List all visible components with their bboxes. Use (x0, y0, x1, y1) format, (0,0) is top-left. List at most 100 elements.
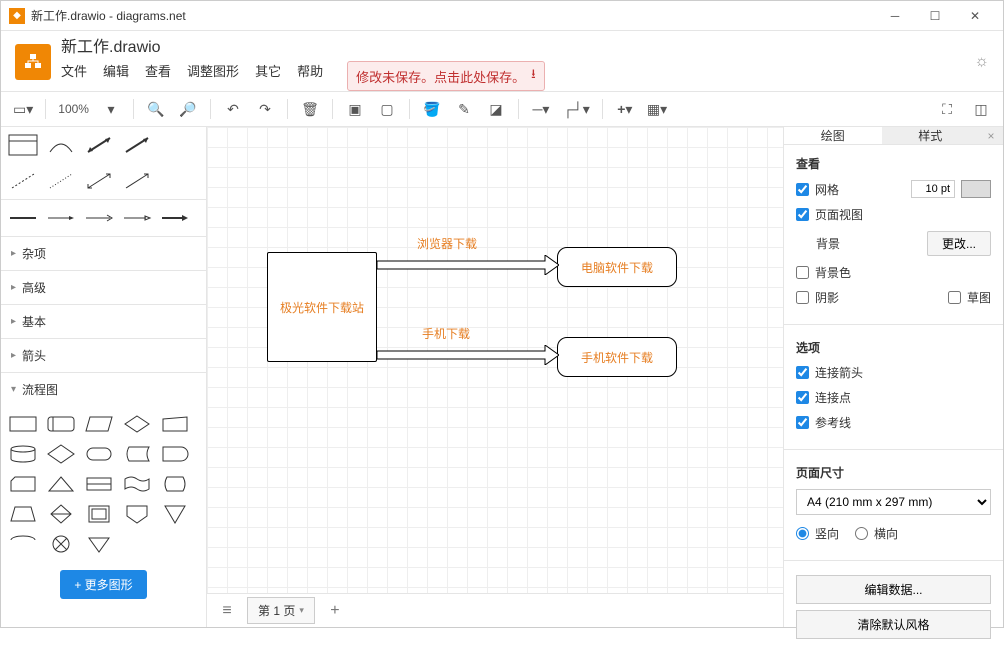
category-flowchart[interactable]: ▾流程图 (1, 372, 206, 406)
fc-offpage[interactable] (119, 500, 155, 528)
category-advanced[interactable]: ▸高级 (1, 270, 206, 304)
node-main[interactable]: 极光软件下载站 (267, 252, 377, 362)
format-panel-toggle-icon[interactable]: ◫ (967, 95, 995, 123)
close-panel-icon[interactable]: × (979, 127, 1003, 144)
fc-decision[interactable] (119, 410, 155, 438)
fc-card[interactable] (5, 470, 41, 498)
fc-or[interactable] (81, 530, 117, 558)
change-background-button[interactable]: 更改... (927, 231, 991, 256)
fc-process[interactable] (5, 410, 41, 438)
node-desktop[interactable]: 电脑软件下载 (557, 247, 677, 287)
shape-dashed[interactable] (5, 167, 41, 195)
fc-display[interactable] (157, 470, 193, 498)
save-warning[interactable]: 修改未保存。点击此处保存。 ⭳ (347, 61, 545, 91)
shadow-checkbox[interactable] (796, 291, 809, 304)
fc-database[interactable] (5, 440, 41, 468)
to-back-icon[interactable]: ▢ (373, 95, 401, 123)
arrow-to-mobile[interactable] (377, 345, 559, 365)
more-shapes-button[interactable]: + 更多图形 (60, 570, 146, 599)
pages-menu-icon[interactable]: ≡ (215, 599, 239, 623)
zoom-level[interactable]: 100% (54, 102, 93, 116)
edge-label-phone[interactable]: 手机下载 (422, 325, 470, 342)
fc-connector[interactable] (157, 500, 193, 528)
category-basic[interactable]: ▸基本 (1, 304, 206, 338)
connection-icon[interactable]: ─▾ (527, 95, 555, 123)
line-color-icon[interactable]: ✎ (450, 95, 478, 123)
fc-disc[interactable] (5, 530, 41, 558)
add-page-button[interactable]: + (323, 599, 347, 623)
minimize-button[interactable]: ─ (875, 1, 915, 31)
fc-triangle[interactable] (43, 470, 79, 498)
sidebar-toggle-button[interactable]: ▭▾ (9, 95, 37, 123)
edge-label-browser[interactable]: 浏览器下载 (417, 235, 477, 252)
shape-thin-arrow[interactable] (119, 167, 155, 195)
shape-link-open[interactable] (119, 204, 155, 232)
grid-color-box[interactable] (961, 180, 991, 198)
shape-link[interactable] (5, 204, 41, 232)
close-button[interactable]: ✕ (955, 1, 995, 31)
undo-icon[interactable]: ↶ (219, 95, 247, 123)
conn-points-checkbox[interactable] (796, 391, 809, 404)
to-front-icon[interactable]: ▣ (341, 95, 369, 123)
menu-view[interactable]: 查看 (145, 61, 171, 91)
fc-stored[interactable] (119, 440, 155, 468)
table-icon[interactable]: ▦▾ (643, 95, 671, 123)
menu-help[interactable]: 帮助 (297, 61, 323, 91)
draft-checkbox[interactable] (948, 291, 961, 304)
tab-diagram[interactable]: 绘图 (784, 127, 882, 144)
menu-other[interactable]: 其它 (255, 61, 281, 91)
zoom-in-icon[interactable]: 🔍 (142, 95, 170, 123)
fc-junction[interactable] (43, 530, 79, 558)
shape-dotted[interactable] (43, 167, 79, 195)
shape-link-arrow[interactable] (43, 204, 79, 232)
tab-style[interactable]: 样式 (882, 127, 980, 144)
fc-predef[interactable] (81, 470, 117, 498)
portrait-radio[interactable] (796, 527, 809, 540)
edit-data-button[interactable]: 编辑数据... (796, 575, 991, 604)
menu-adjust[interactable]: 调整图形 (187, 61, 239, 91)
fullscreen-icon[interactable]: ⛶ (933, 95, 961, 123)
document-title[interactable]: 新工作.drawio (61, 33, 545, 57)
shape-curve[interactable] (43, 131, 79, 159)
delete-icon[interactable]: 🗑 (296, 95, 324, 123)
shape-link-bold[interactable] (157, 204, 193, 232)
bgcolor-checkbox[interactable] (796, 266, 809, 279)
pagesize-select[interactable]: A4 (210 mm x 297 mm) (796, 489, 991, 515)
fc-data[interactable] (81, 410, 117, 438)
fc-sort[interactable] (43, 500, 79, 528)
menu-file[interactable]: 文件 (61, 61, 87, 91)
canvas[interactable]: 极光软件下载站 电脑软件下载 手机软件下载 浏览器下载 手机下载 (207, 127, 783, 593)
menu-edit[interactable]: 编辑 (103, 61, 129, 91)
waypoint-icon[interactable]: ┌┘▾ (559, 95, 594, 123)
zoom-dropdown-icon[interactable]: ▾ (97, 95, 125, 123)
conn-arrows-checkbox[interactable] (796, 366, 809, 379)
theme-toggle-icon[interactable]: ☼ (974, 53, 989, 71)
arrow-to-desktop[interactable] (377, 255, 559, 275)
grid-checkbox[interactable] (796, 183, 809, 196)
guides-checkbox[interactable] (796, 416, 809, 429)
shape-link-thin[interactable] (81, 204, 117, 232)
fc-alt-process[interactable] (43, 410, 79, 438)
category-arrows[interactable]: ▸箭头 (1, 338, 206, 372)
clear-style-button[interactable]: 清除默认风格 (796, 610, 991, 639)
shape-list[interactable] (5, 131, 41, 159)
shape-thin-bidir[interactable] (81, 167, 117, 195)
page-tab-1[interactable]: 第 1 页▾ (247, 597, 315, 624)
zoom-out-icon[interactable]: 🔎 (174, 95, 202, 123)
insert-icon[interactable]: +▾ (611, 95, 639, 123)
maximize-button[interactable]: ☐ (915, 1, 955, 31)
grid-size-input[interactable] (911, 180, 955, 198)
shape-arrow[interactable] (119, 131, 155, 159)
shadow-icon[interactable]: ◪ (482, 95, 510, 123)
landscape-radio[interactable] (855, 527, 868, 540)
node-mobile[interactable]: 手机软件下载 (557, 337, 677, 377)
fc-manual[interactable] (157, 410, 193, 438)
fc-tape[interactable] (119, 470, 155, 498)
fc-delay[interactable] (157, 440, 193, 468)
fc-annot[interactable] (81, 500, 117, 528)
fc-trap[interactable] (5, 500, 41, 528)
shape-bidir-arrow[interactable] (81, 131, 117, 159)
fc-terminator[interactable] (81, 440, 117, 468)
fill-color-icon[interactable]: 🪣 (418, 95, 446, 123)
fc-diamond2[interactable] (43, 440, 79, 468)
